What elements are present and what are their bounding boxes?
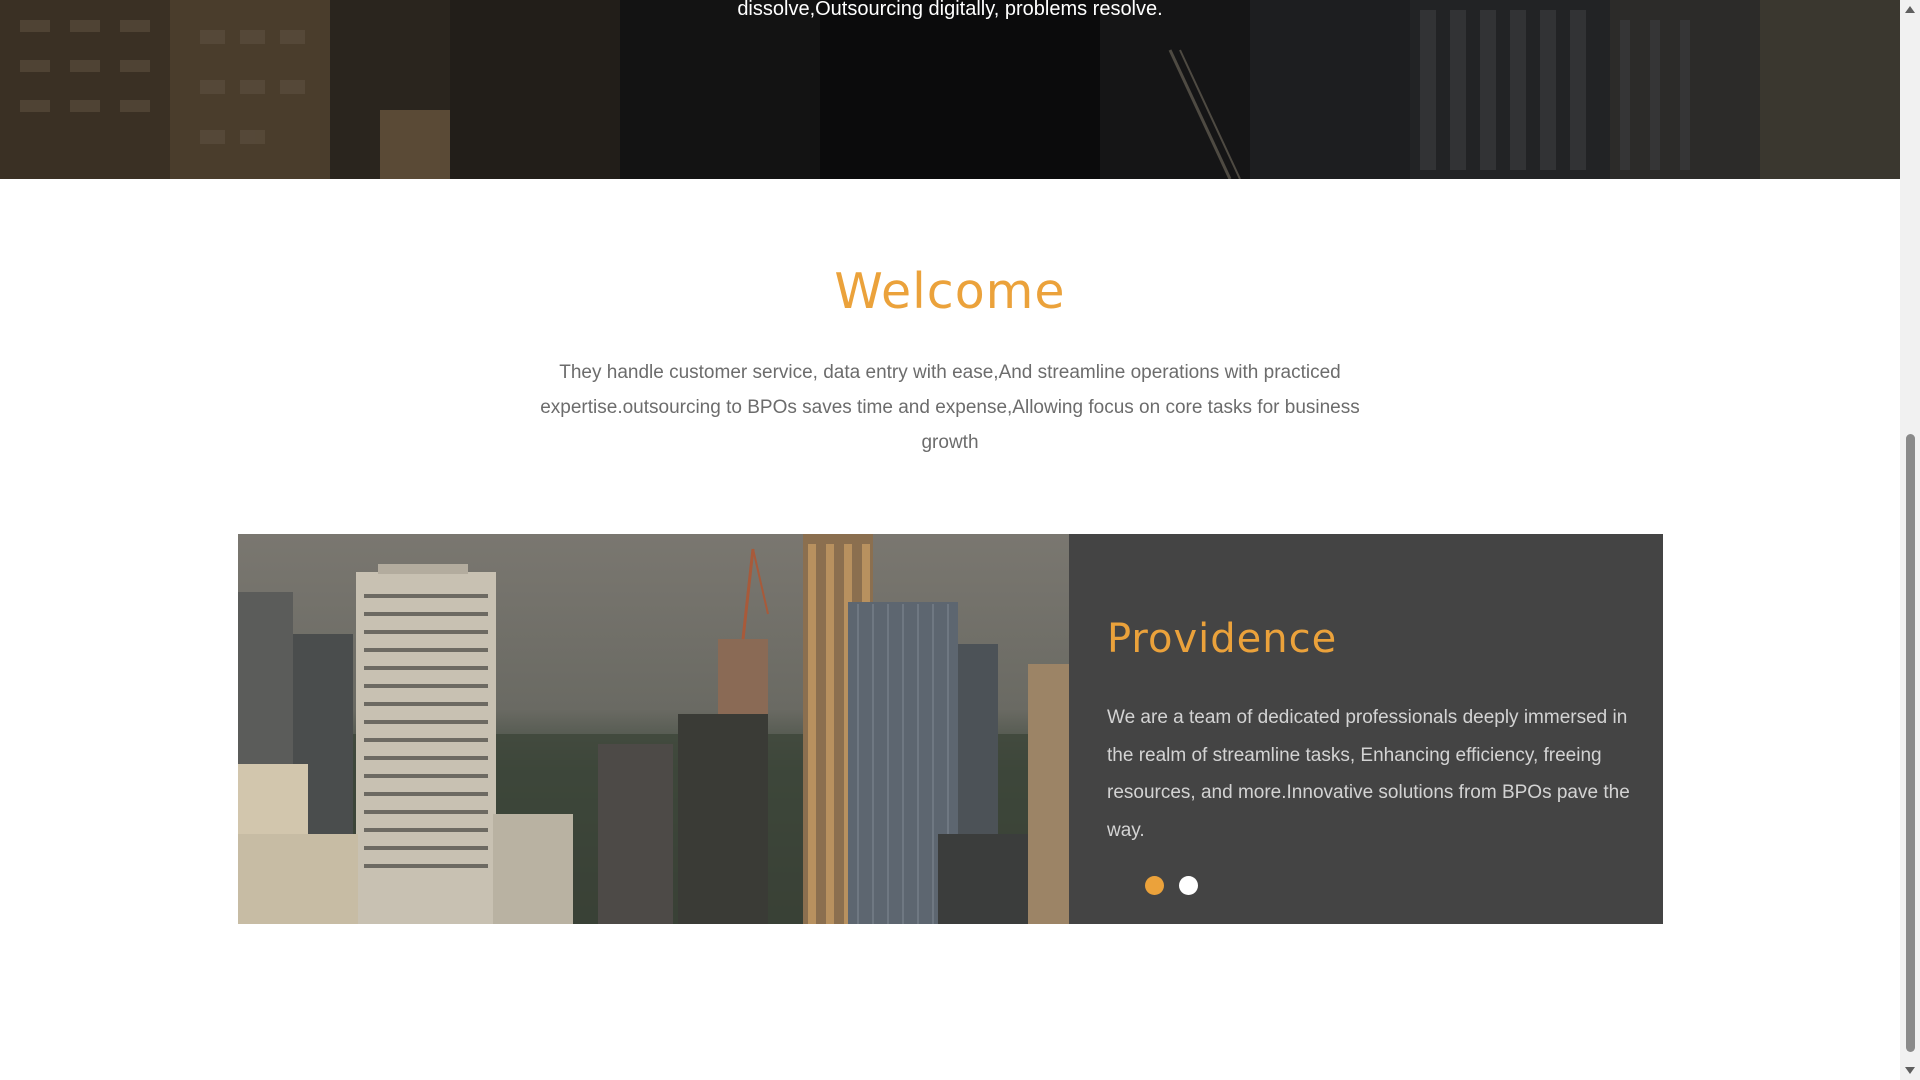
slider-card: Providence We are a team of dedicated pr… (238, 534, 1663, 924)
welcome-heading: Welcome (834, 263, 1066, 320)
hero-tagline: dissolve,Outsourcing digitally, problems… (737, 0, 1163, 20)
slider-dot-1[interactable] (1145, 876, 1164, 895)
scroll-thumb[interactable] (1906, 434, 1915, 1052)
hero-city-image (0, 0, 1900, 179)
hero-banner: dissolve,Outsourcing digitally, problems… (0, 0, 1900, 179)
scroll-down-arrow-icon[interactable] (1905, 1067, 1915, 1074)
welcome-description: They handle customer service, data entry… (540, 362, 1360, 453)
skyline-illustration (238, 534, 1069, 924)
slider-dot-2[interactable] (1179, 876, 1198, 895)
slide-description: We are a team of dedicated professionals… (1107, 707, 1630, 841)
page: dissolve,Outsourcing digitally, problems… (0, 0, 1920, 1080)
slide-content-panel: Providence We are a team of dedicated pr… (1069, 534, 1663, 924)
page-scrollbar[interactable] (1900, 0, 1920, 1080)
slide-title: Providence (1107, 616, 1338, 662)
slider-pagination (1145, 876, 1198, 895)
scroll-up-arrow-icon[interactable] (1905, 6, 1915, 13)
slide-city-image (238, 534, 1069, 924)
